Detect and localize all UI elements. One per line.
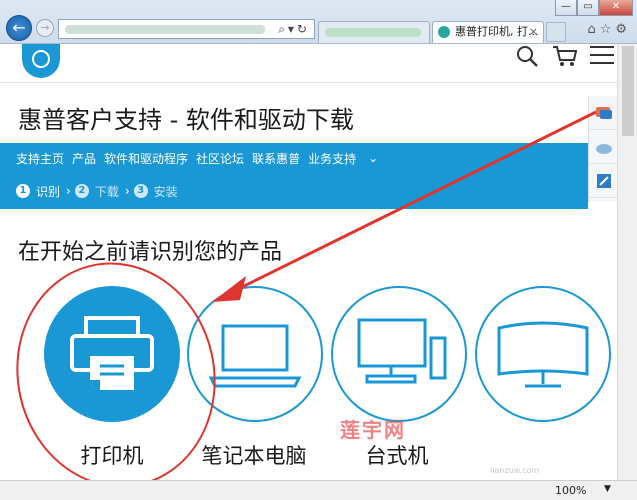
category-label-laptop[interactable]: 笔记本电脑	[184, 440, 324, 470]
chevron-down-icon[interactable]: ⌄	[368, 151, 378, 165]
nav-item-business[interactable]: 业务支持	[308, 150, 356, 167]
side-tool-chat[interactable]	[589, 96, 618, 130]
back-button[interactable]: ←	[6, 15, 32, 41]
page-scrollbar[interactable]	[617, 44, 637, 480]
search-icon[interactable]	[515, 44, 539, 68]
status-bar: 100% ▼	[0, 480, 637, 500]
side-toolbar	[588, 96, 618, 202]
tab-favicon-icon	[438, 26, 450, 38]
category-label-printer[interactable]: 打印机	[42, 440, 182, 470]
step-download: 2 下载	[74, 183, 119, 200]
forward-button[interactable]: →	[36, 19, 54, 37]
category-label-desktop[interactable]: 台式机	[327, 440, 467, 470]
scrollbar-thumb[interactable]	[622, 46, 634, 136]
monitor-icon	[497, 321, 589, 388]
identify-heading: 在开始之前请识别您的产品	[18, 240, 283, 265]
category-desktop[interactable]	[331, 286, 467, 422]
tab-active[interactable]: 惠普打印机, 打... ×	[432, 21, 544, 43]
laptop-icon	[208, 324, 302, 388]
header-divider	[0, 82, 617, 83]
step-bar: 1 识别 › 2 下载 › 3 安装	[0, 173, 588, 209]
nav-item-products[interactable]: 产品	[72, 150, 96, 167]
category-monitor[interactable]	[475, 286, 611, 422]
window-controls: — ▭ ✕	[555, 0, 633, 16]
address-bar[interactable]: ⌕▾↻	[58, 19, 315, 39]
zoom-level[interactable]: 100%	[555, 484, 586, 497]
toolbar-icons[interactable]: ⌂☆⚙	[587, 22, 631, 37]
cloud-icon	[595, 143, 612, 154]
side-tool-cloud[interactable]	[589, 130, 618, 164]
zoom-dropdown-icon[interactable]: ▼	[604, 484, 611, 494]
new-tab-button[interactable]	[546, 22, 566, 42]
watermark-url: lianzuw.com	[490, 466, 540, 475]
category-laptop[interactable]	[187, 286, 323, 422]
close-button[interactable]: ✕	[599, 0, 633, 16]
nav-item-drivers[interactable]: 软件和驱动程序	[104, 150, 188, 167]
watermark-logo: 莲宇网	[340, 418, 406, 442]
category-printer[interactable]	[44, 286, 180, 422]
chat-icon	[595, 106, 612, 119]
nav-item-support-home[interactable]: 支持主页	[16, 150, 64, 167]
chevron-right-icon: ›	[124, 184, 130, 198]
address-icons[interactable]: ⌕▾↻	[278, 22, 310, 37]
site-header	[0, 44, 617, 84]
maximize-button[interactable]: ▭	[577, 0, 599, 16]
nav-item-forum[interactable]: 社区论坛	[196, 150, 244, 167]
tab-title-blurred	[325, 28, 421, 37]
tab-close-icon[interactable]: ×	[529, 22, 538, 42]
page-title: 惠普客户支持 - 软件和驱动下载	[18, 106, 354, 134]
cart-icon[interactable]	[552, 44, 578, 68]
tab-inactive[interactable]	[318, 21, 430, 43]
edit-icon	[596, 173, 611, 188]
step-identify: 1 识别	[16, 183, 60, 200]
brand-logo[interactable]	[22, 44, 60, 78]
side-tool-edit[interactable]	[589, 164, 618, 198]
step-install: 3 安装	[133, 183, 178, 200]
printer-icon	[70, 316, 154, 390]
chevron-right-icon: ›	[66, 184, 71, 198]
nav-item-contact[interactable]: 联系惠普	[252, 150, 300, 167]
menu-icon[interactable]	[590, 46, 614, 66]
desktop-icon	[357, 318, 447, 384]
browser-chrome: — ▭ ✕ ← → ⌕▾↻ 惠普打印机, 打... × ⌂☆⚙	[0, 0, 637, 44]
address-text	[65, 25, 265, 34]
main-nav: 支持主页 产品 软件和驱动程序 社区论坛 联系惠普 业务支持 ⌄	[0, 143, 588, 173]
minimize-button[interactable]: —	[555, 0, 577, 16]
tab-label: 惠普打印机, 打...	[455, 25, 539, 38]
